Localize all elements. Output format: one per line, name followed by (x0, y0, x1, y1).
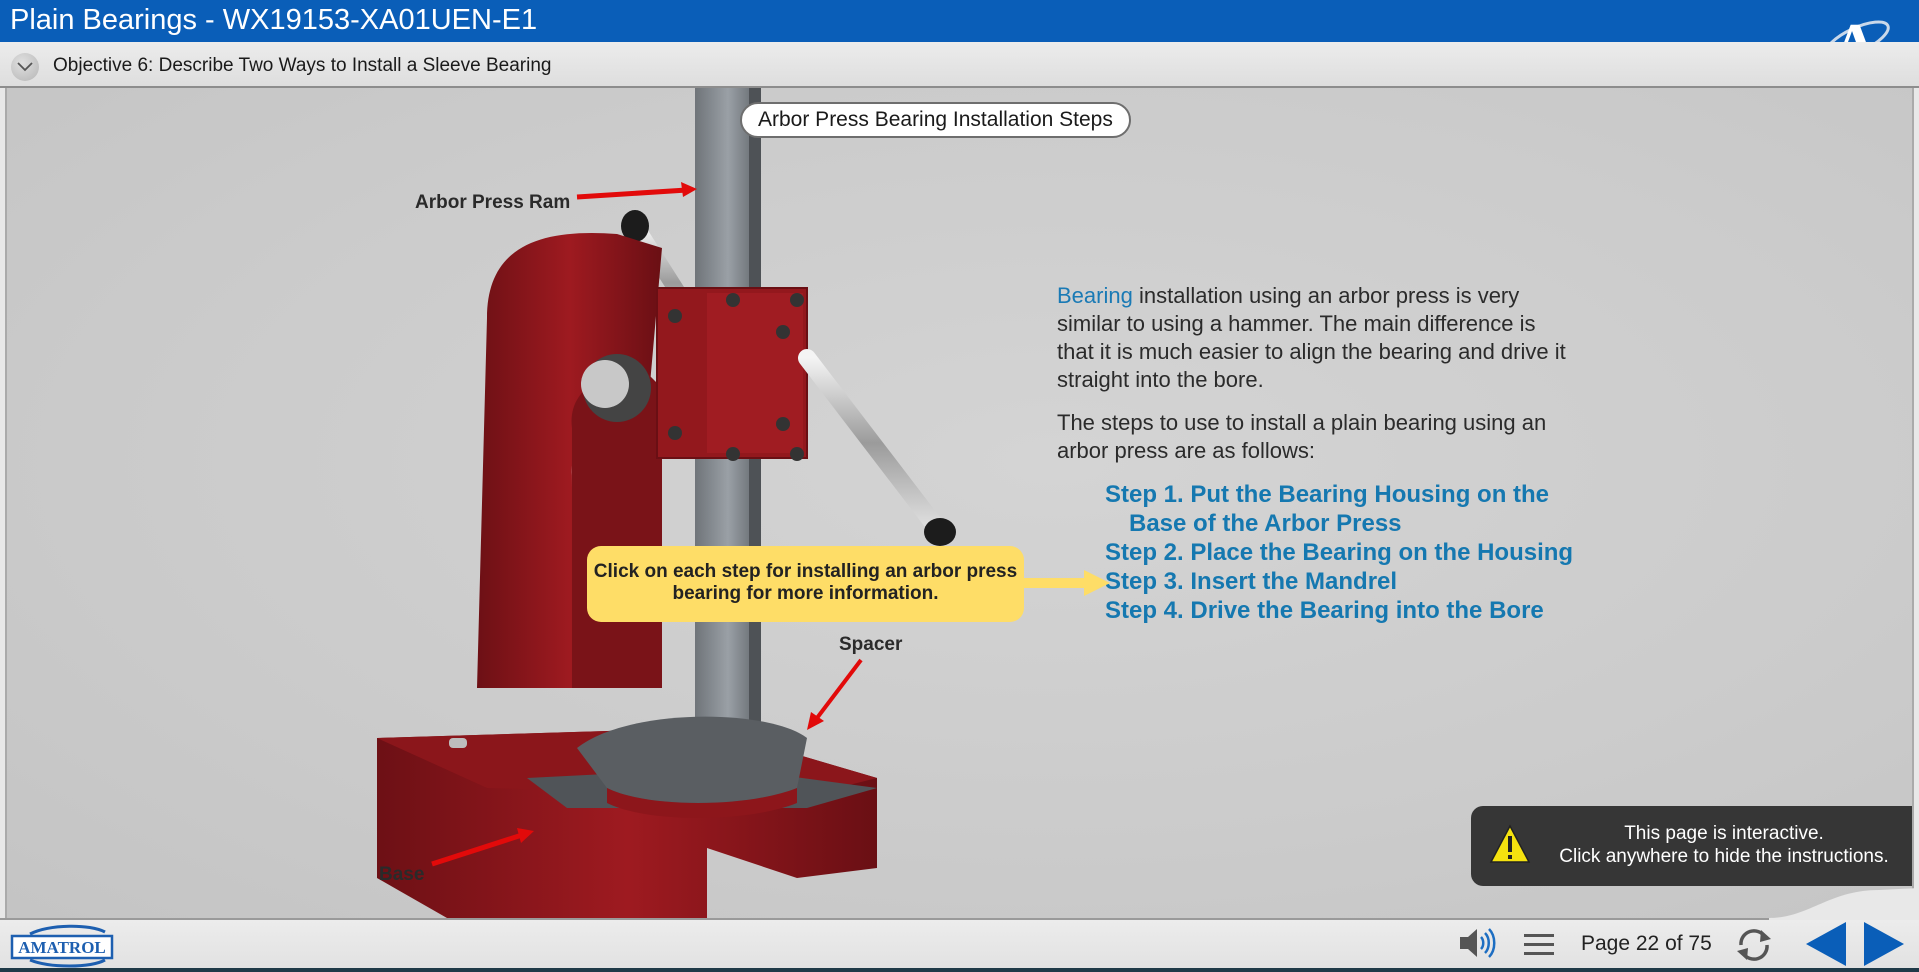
nav-wave-decoration (1769, 888, 1919, 920)
chevron-down-icon (17, 62, 33, 72)
previous-icon (1806, 922, 1846, 966)
content-area[interactable]: Arbor Press Bearing Installation Steps A… (5, 88, 1914, 918)
section-title: Arbor Press Bearing Installation Steps (740, 102, 1131, 138)
refresh-icon[interactable] (1734, 926, 1774, 964)
step-4-link[interactable]: Step 4. Drive the Bearing into the Bore (1105, 596, 1575, 625)
title-bar: Plain Bearings - WX19153-XA01UEN-E1 (0, 0, 1919, 42)
step-1-link[interactable]: Step 1. Put the Bearing Housing on the B… (1105, 480, 1575, 538)
speaker-icon[interactable] (1458, 926, 1498, 960)
label-base: Base (379, 864, 425, 885)
previous-page-button[interactable] (1806, 922, 1848, 966)
next-icon (1864, 922, 1904, 966)
notice-message: This page is interactive. Click anywhere… (1539, 822, 1909, 868)
objective-bar: Objective 6: Describe Two Ways to Instal… (0, 42, 1919, 88)
notice-line-2: Click anywhere to hide the instructions. (1559, 846, 1889, 867)
steps-list: Step 1. Put the Bearing Housing on the B… (1105, 480, 1575, 625)
next-page-button[interactable] (1862, 922, 1904, 966)
amatrol-logo-text: AMATROL (18, 938, 106, 957)
label-spacer: Spacer (839, 634, 903, 655)
instruction-hint: Click on each step for installing an arb… (587, 546, 1024, 622)
amatrol-logo: AMATROL (10, 924, 114, 968)
interactive-notice[interactable]: This page is interactive. Click anywhere… (1471, 806, 1912, 886)
intro-text: installation using an arbor press is ver… (1057, 283, 1566, 392)
description-text: Bearing installation using an arbor pres… (1057, 282, 1567, 480)
label-arbor-press-ram: Arbor Press Ram (415, 192, 571, 213)
objective-toggle-button[interactable] (11, 53, 39, 81)
hint-arrow-icon (1022, 570, 1110, 596)
warning-icon (1489, 824, 1531, 863)
notice-line-1: This page is interactive. (1624, 823, 1824, 844)
course-player: Plain Bearings - WX19153-XA01UEN-E1 A Ob… (0, 0, 1919, 972)
page-indicator: Page 22 of 75 (1581, 932, 1712, 955)
objective-title: Objective 6: Describe Two Ways to Instal… (53, 55, 552, 76)
steps-intro: The steps to use to install a plain bear… (1057, 410, 1547, 463)
step-2-link[interactable]: Step 2. Place the Bearing on the Housing (1105, 538, 1575, 567)
glossary-link-bearing[interactable]: Bearing (1057, 283, 1133, 308)
course-title: Plain Bearings - WX19153-XA01UEN-E1 (10, 4, 538, 36)
footer-strip (0, 968, 1919, 972)
intro-paragraph: Bearing installation using an arbor pres… (1057, 282, 1567, 394)
menu-icon[interactable] (1524, 932, 1554, 958)
step-3-link[interactable]: Step 3. Insert the Mandrel (1105, 567, 1575, 596)
